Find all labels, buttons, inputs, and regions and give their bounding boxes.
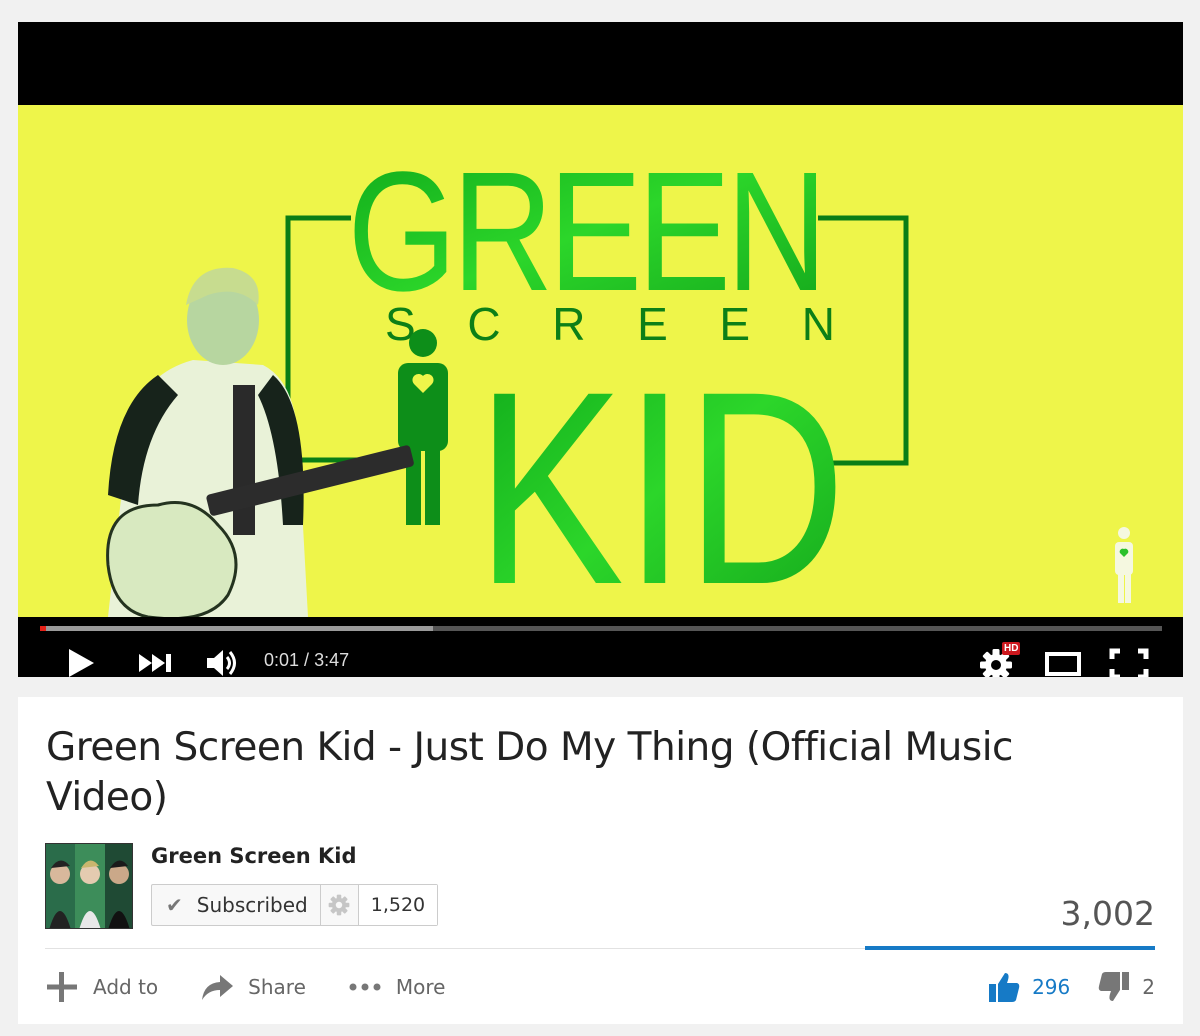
progress-played — [40, 626, 46, 631]
player-controls: 0:01 / 3:47 HD — [18, 617, 1183, 677]
time-display: 0:01 / 3:47 — [264, 650, 349, 671]
share-label: Share — [248, 975, 306, 999]
subscribed-button[interactable]: ✔ Subscribed — [152, 885, 321, 925]
view-count: 3,002 — [1060, 894, 1155, 933]
theater-mode-icon — [1045, 652, 1081, 676]
plus-icon — [45, 970, 79, 1004]
video-frame[interactable]: GREEN SCREEN KID — [18, 105, 1183, 617]
dislike-button[interactable]: 2 — [1098, 971, 1155, 1003]
channel-avatar[interactable] — [45, 843, 133, 929]
channel-name[interactable]: Green Screen Kid — [151, 844, 357, 868]
video-info-card: Green Screen Kid - Just Do My Thing (Off… — [18, 697, 1183, 1024]
like-count: 296 — [1032, 975, 1071, 999]
video-player[interactable]: GREEN SCREEN KID 0:01 / 3:47 HD — [18, 22, 1183, 677]
thumbs-down-icon — [1098, 971, 1130, 1003]
logo-figure-icon — [398, 329, 448, 525]
volume-icon — [207, 650, 236, 676]
like-button[interactable]: 296 — [988, 971, 1070, 1003]
play-button[interactable] — [64, 647, 98, 677]
letterbox — [18, 22, 1183, 105]
fullscreen-icon — [1109, 648, 1149, 677]
next-icon — [139, 654, 171, 672]
checkmark-icon: ✔ — [166, 893, 183, 917]
dislike-count: 2 — [1142, 975, 1155, 999]
video-title: Green Screen Kid - Just Do My Thing (Off… — [46, 725, 1013, 820]
hd-badge: HD — [1002, 642, 1021, 655]
video-artwork: GREEN SCREEN KID — [106, 137, 1133, 617]
next-button[interactable] — [136, 650, 176, 676]
progress-buffered — [40, 626, 433, 631]
subscribed-label: Subscribed — [196, 893, 308, 917]
thumbs-up-icon — [988, 971, 1020, 1003]
add-to-label: Add to — [93, 975, 159, 999]
share-button[interactable]: Share — [200, 973, 306, 1001]
artwork-title-kid: KID — [476, 335, 846, 617]
current-time: 0:01 — [264, 650, 300, 670]
add-to-button[interactable]: Add to — [45, 970, 158, 1004]
avatar-image — [46, 844, 132, 928]
gear-icon — [328, 894, 350, 916]
more-label: More — [395, 975, 446, 999]
duration: 3:47 — [314, 650, 350, 670]
share-icon — [200, 973, 234, 1001]
like-ratio-bar — [865, 946, 1155, 950]
progress-bar[interactable] — [40, 626, 1162, 631]
rating-group: 296 2 — [988, 967, 1155, 1007]
volume-button[interactable] — [204, 647, 240, 677]
fullscreen-button[interactable] — [1107, 647, 1151, 677]
subscribe-group: ✔ Subscribed 1,520 — [151, 884, 439, 926]
theater-mode-button[interactable] — [1043, 650, 1083, 677]
subscriber-count: 1,520 — [358, 885, 438, 925]
time-separator: / — [299, 650, 315, 670]
more-dots-icon — [348, 982, 382, 992]
play-icon — [69, 649, 94, 677]
action-bar: Add to Share More — [45, 969, 487, 1005]
more-button[interactable]: More — [348, 975, 446, 999]
subscription-settings-button[interactable] — [321, 885, 359, 925]
watermark-figure-icon — [1115, 527, 1133, 603]
